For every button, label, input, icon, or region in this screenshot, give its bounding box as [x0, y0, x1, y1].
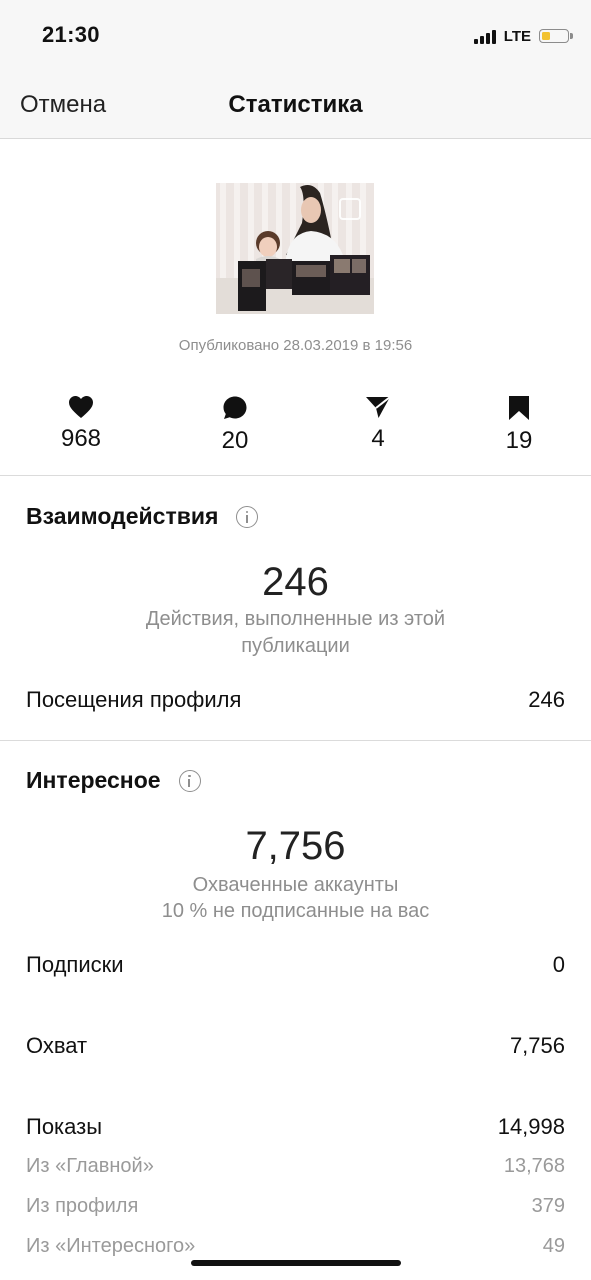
info-icon[interactable] [178, 769, 201, 792]
shares-stat: 4 [328, 395, 428, 453]
interactions-title: Взаимодействия [26, 503, 219, 529]
from-profile-row: Из профиля 379 [26, 1195, 565, 1218]
reach-description: Охваченные аккаунты [192, 874, 399, 896]
row-label: Посещения профиля [26, 687, 242, 712]
follows-row: Подписки 0 [26, 952, 565, 978]
status-bar: 21:30 LTE [0, 0, 591, 72]
from-explore-row: Из «Интересного» 49 [26, 1235, 565, 1258]
discovery-title: Интересное [26, 767, 161, 793]
row-value: 49 [542, 1235, 565, 1257]
signal-icon [473, 28, 498, 44]
profile-visits-row: Посещения профиля 246 [26, 687, 565, 713]
heart-icon [69, 396, 93, 418]
row-label: Из профиля [26, 1195, 139, 1217]
send-icon [366, 396, 391, 418]
impressions-row: Показы 14,998 [26, 1114, 565, 1140]
row-value: 0 [552, 952, 565, 977]
comment-icon [223, 396, 247, 419]
published-date: Опубликовано 28.03.2019 в 19:56 [178, 337, 413, 354]
discovery-section-title: Интересное [26, 767, 201, 794]
post-thumbnail[interactable] [216, 183, 374, 314]
row-label: Подписки [26, 952, 124, 977]
comments-count: 20 [221, 427, 249, 454]
interactions-total: 246 [262, 560, 329, 604]
row-value: 13,768 [503, 1155, 565, 1177]
info-icon[interactable] [236, 505, 259, 528]
bookmark-icon [509, 396, 529, 420]
row-label: Показы [26, 1114, 103, 1139]
reach-row: Охват 7,756 [26, 1033, 565, 1059]
row-value: 379 [531, 1195, 565, 1217]
non-followers-description: 10 % не подписанные на вас [161, 900, 430, 922]
likes-stat: 968 [31, 395, 131, 453]
discovery-total: 7,756 [245, 824, 346, 868]
status-indicators: LTE [473, 26, 573, 46]
nav-bar: Отмена Статистика [0, 72, 591, 139]
row-value: 14,998 [497, 1114, 565, 1139]
row-label: Из «Интересного» [26, 1235, 196, 1257]
home-indicator[interactable] [191, 1260, 401, 1266]
comments-stat: 20 [185, 395, 285, 455]
engagement-stats: 968 20 4 19 [0, 395, 591, 465]
post-image [216, 183, 374, 314]
from-home-row: Из «Главной» 13,768 [26, 1155, 565, 1178]
row-value: 246 [528, 687, 565, 712]
likes-count: 968 [60, 425, 102, 452]
saves-count: 19 [505, 427, 533, 454]
shares-count: 4 [371, 425, 385, 452]
interactions-section-title: Взаимодействия [26, 503, 259, 530]
page-title: Статистика [228, 91, 363, 118]
divider [0, 740, 591, 741]
battery-icon [539, 29, 573, 43]
status-time: 21:30 [42, 22, 100, 47]
interactions-description: Действия, выполненные из этой публикации [145, 608, 446, 657]
row-value: 7,756 [509, 1033, 565, 1058]
network-type: LTE [503, 27, 531, 45]
saves-stat: 19 [469, 395, 569, 455]
divider [0, 475, 591, 476]
row-label: Охват [26, 1033, 88, 1058]
row-label: Из «Главной» [26, 1155, 154, 1177]
